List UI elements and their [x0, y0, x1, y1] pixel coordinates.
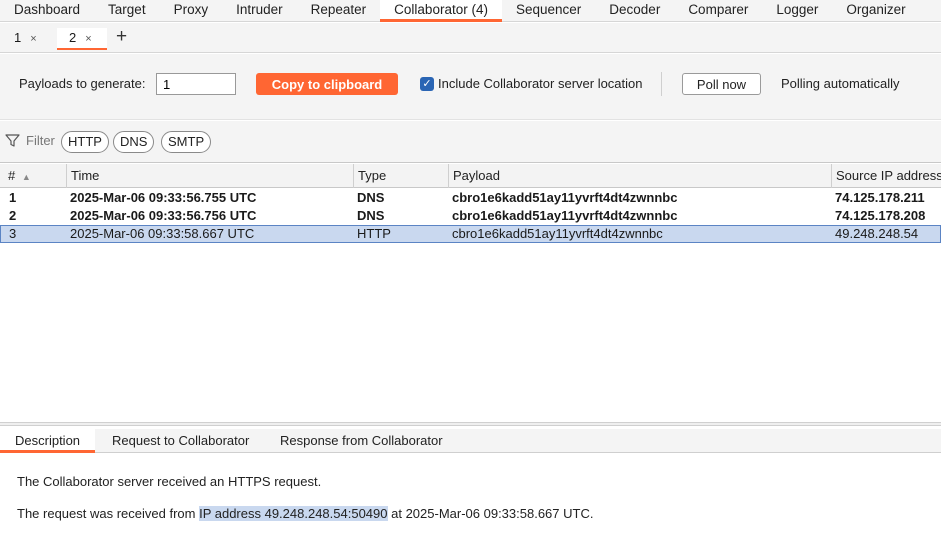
split-pane-divider[interactable]: [0, 422, 941, 426]
column-header-number[interactable]: # ▲: [4, 164, 67, 188]
cell-time: 2025-Mar-06 09:33:58.667 UTC: [70, 226, 255, 241]
cell-type: DNS: [357, 190, 385, 205]
table-header: # ▲ Time Type Payload Source IP address: [0, 164, 941, 188]
sub-tab-1[interactable]: 1 ×: [2, 28, 50, 50]
sub-tab-label: 2: [69, 30, 77, 45]
column-label: #: [8, 168, 16, 183]
tab-logger[interactable]: Logger: [762, 0, 832, 22]
cell-payload: cbro1e6kadd51ay11yvrft4dt4zwnnbc: [452, 190, 678, 205]
filter-chip-dns[interactable]: DNS: [113, 131, 155, 153]
collaborator-controls: Payloads to generate: Copy to clipboard …: [0, 54, 941, 120]
include-location-checkbox[interactable]: ✓: [420, 77, 434, 91]
sub-tab-2[interactable]: 2 ×: [57, 28, 107, 50]
tab-decoder[interactable]: Decoder: [595, 0, 674, 22]
payloads-label: Payloads to generate:: [19, 76, 146, 91]
tab-dashboard[interactable]: Dashboard: [0, 0, 94, 22]
polling-status: Polling automatically: [781, 76, 900, 91]
tab-comparer[interactable]: Comparer: [674, 0, 762, 22]
tab-request-to-collaborator[interactable]: Request to Collaborator: [97, 429, 264, 453]
tab-target[interactable]: Target: [94, 0, 160, 22]
table-row[interactable]: 1 2025-Mar-06 09:33:56.755 UTC DNS cbro1…: [0, 189, 941, 207]
close-icon[interactable]: ×: [85, 33, 91, 45]
column-header-payload[interactable]: Payload: [449, 164, 832, 188]
tab-intruder[interactable]: Intruder: [222, 0, 297, 22]
cell-source-ip: 74.125.178.211: [835, 190, 925, 205]
description-line-1: The Collaborator server received an HTTP…: [17, 474, 322, 489]
tab-collaborator[interactable]: Collaborator (4): [380, 0, 502, 22]
filter-bar: Filter HTTP DNS SMTP: [0, 121, 941, 163]
filter-chip-http[interactable]: HTTP: [61, 131, 109, 153]
interactions-table: # ▲ Time Type Payload Source IP address …: [0, 164, 941, 422]
filter-chip-smtp[interactable]: SMTP: [161, 131, 212, 153]
filter-icon[interactable]: [5, 133, 20, 151]
description-panel: The Collaborator server received an HTTP…: [0, 454, 941, 535]
tab-organizer[interactable]: Organizer: [832, 0, 919, 22]
top-tab-bar: Dashboard Target Proxy Intruder Repeater…: [0, 0, 941, 22]
table-row[interactable]: 2 2025-Mar-06 09:33:56.756 UTC DNS cbro1…: [0, 207, 941, 225]
add-tab-icon[interactable]: +: [116, 27, 127, 47]
cell-number: 1: [9, 190, 17, 205]
payloads-count-input[interactable]: [156, 73, 236, 95]
tab-description[interactable]: Description: [0, 429, 96, 453]
cell-number: 3: [9, 226, 17, 241]
detail-tab-bar: Description Request to Collaborator Resp…: [0, 429, 941, 453]
poll-now-button[interactable]: Poll now: [682, 73, 761, 95]
cell-payload: cbro1e6kadd51ay11yvrft4dt4zwnnbc: [452, 208, 678, 223]
tab-response-from-collaborator[interactable]: Response from Collaborator: [265, 429, 458, 453]
close-icon[interactable]: ×: [30, 33, 36, 45]
tab-repeater[interactable]: Repeater: [297, 0, 381, 22]
cell-time: 2025-Mar-06 09:33:56.755 UTC: [70, 190, 257, 205]
filter-label[interactable]: Filter: [26, 133, 55, 148]
description-line-2: The request was received from IP address…: [17, 506, 593, 521]
cell-source-ip: 74.125.178.208: [835, 208, 926, 223]
tab-sequencer[interactable]: Sequencer: [502, 0, 595, 22]
description-text: The request was received from: [17, 506, 200, 521]
cell-type: DNS: [357, 208, 385, 223]
column-header-type[interactable]: Type: [354, 164, 449, 188]
copy-to-clipboard-button[interactable]: Copy to clipboard: [256, 73, 398, 95]
tab-proxy[interactable]: Proxy: [160, 0, 223, 22]
sort-ascending-icon: ▲: [21, 172, 31, 182]
divider: [661, 72, 662, 96]
column-header-time[interactable]: Time: [67, 164, 354, 188]
cell-source-ip: 49.248.248.54: [835, 226, 919, 241]
sub-tab-label: 1: [14, 30, 22, 45]
cell-number: 2: [9, 208, 17, 223]
cell-payload: cbro1e6kadd51ay11yvrft4dt4zwnnbc: [452, 226, 663, 241]
highlighted-ip-address: IP address 49.248.248.54:50490: [199, 506, 388, 521]
cell-time: 2025-Mar-06 09:33:56.756 UTC: [70, 208, 257, 223]
description-text: at 2025-Mar-06 09:33:58.667 UTC.: [387, 506, 594, 521]
collaborator-sub-tab-bar: 1 × 2 ×: [0, 23, 941, 53]
table-row-selected[interactable]: 3 2025-Mar-06 09:33:58.667 UTC HTTP cbro…: [0, 225, 941, 243]
cell-type: HTTP: [357, 226, 391, 241]
include-location-label: Include Collaborator server location: [438, 76, 643, 91]
column-header-source-ip[interactable]: Source IP address: [832, 164, 941, 188]
